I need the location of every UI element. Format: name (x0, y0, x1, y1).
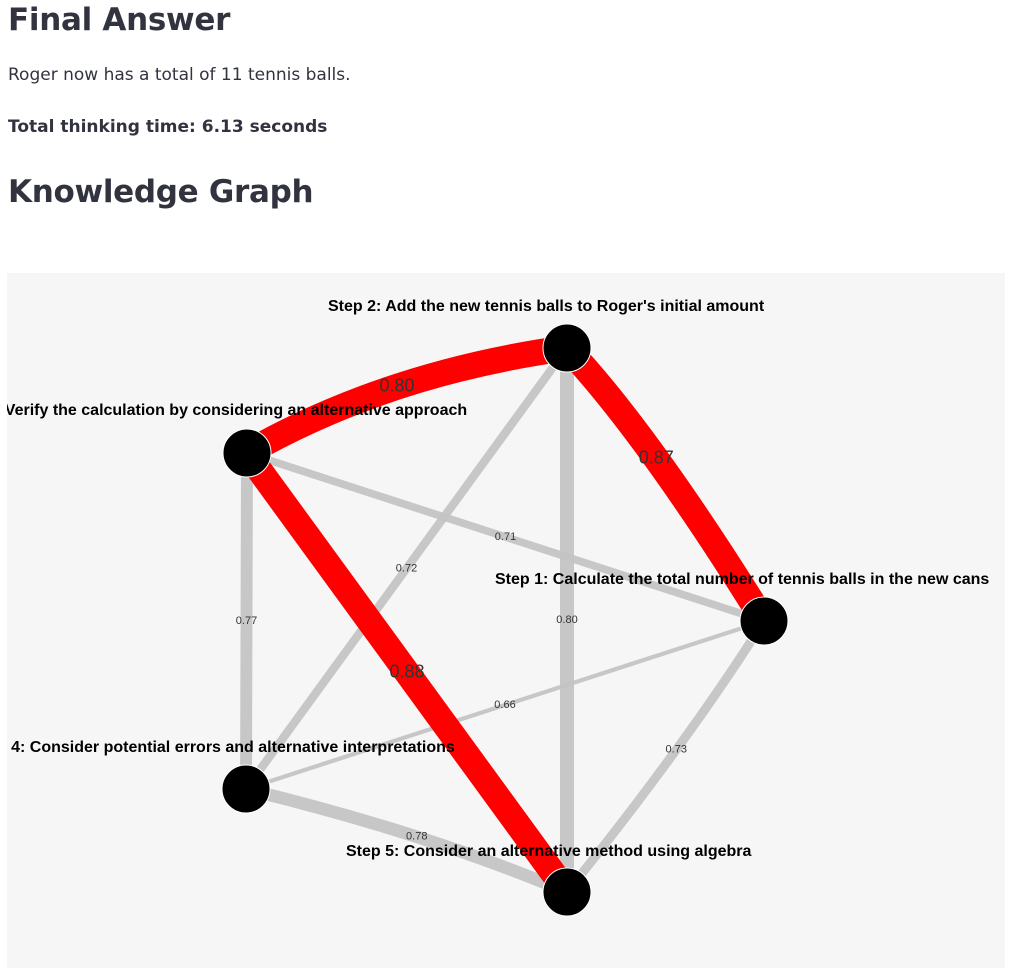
edge-weight-label: 0.77 (236, 615, 257, 627)
graph-node-s1[interactable] (739, 596, 789, 646)
graph-node-s5[interactable] (542, 867, 592, 917)
node-label-s3: Step 3: Verify the calculation by consid… (7, 402, 467, 419)
edge-labels-layer: 0.71 0.72 0.77 0.80 0.66 0.73 0.78 0.80 0.87 0.88 (236, 376, 687, 843)
edge-weight-label: 0.71 (495, 531, 516, 543)
graph-node-s2[interactable] (542, 323, 592, 373)
node-label-s2: Step 2: Add the new tennis balls to Roge… (328, 298, 765, 315)
graph-node-s4[interactable] (221, 764, 271, 814)
graph-edge-s3-s2[interactable] (240, 335, 569, 465)
node-label-s1: Step 1: Calculate the total number of te… (495, 571, 989, 588)
node-label-s5: Step 5: Consider an alternative method u… (346, 843, 752, 860)
final-answer-text: Roger now has a total of 11 tennis balls… (8, 65, 351, 85)
edges-layer (236, 335, 776, 900)
knowledge-graph-svg: 0.71 0.72 0.77 0.80 0.66 0.73 0.78 0.80 0.87 0.88… (7, 298, 989, 917)
edge-weight-label: 0.66 (494, 699, 515, 711)
edge-weight-label: 0.80 (556, 614, 577, 626)
edge-weight-label: 0.80 (379, 376, 414, 396)
knowledge-graph-heading: Knowledge Graph (8, 174, 314, 210)
final-answer-heading: Final Answer (8, 2, 231, 38)
edge-weight-label: 0.88 (389, 661, 424, 681)
edge-weight-label: 0.72 (396, 562, 417, 574)
node-label-s4: Step 4: Consider potential errors and al… (7, 739, 455, 756)
edge-weight-label: 0.78 (406, 831, 427, 843)
knowledge-graph-panel[interactable]: 0.71 0.72 0.77 0.80 0.66 0.73 0.78 0.80 0.87 0.88… (7, 273, 1005, 968)
edge-weight-label: 0.73 (666, 744, 687, 756)
edge-weight-label: 0.87 (639, 448, 674, 468)
graph-node-s3[interactable] (222, 428, 272, 478)
thinking-time: Total thinking time: 6.13 seconds (8, 117, 328, 137)
